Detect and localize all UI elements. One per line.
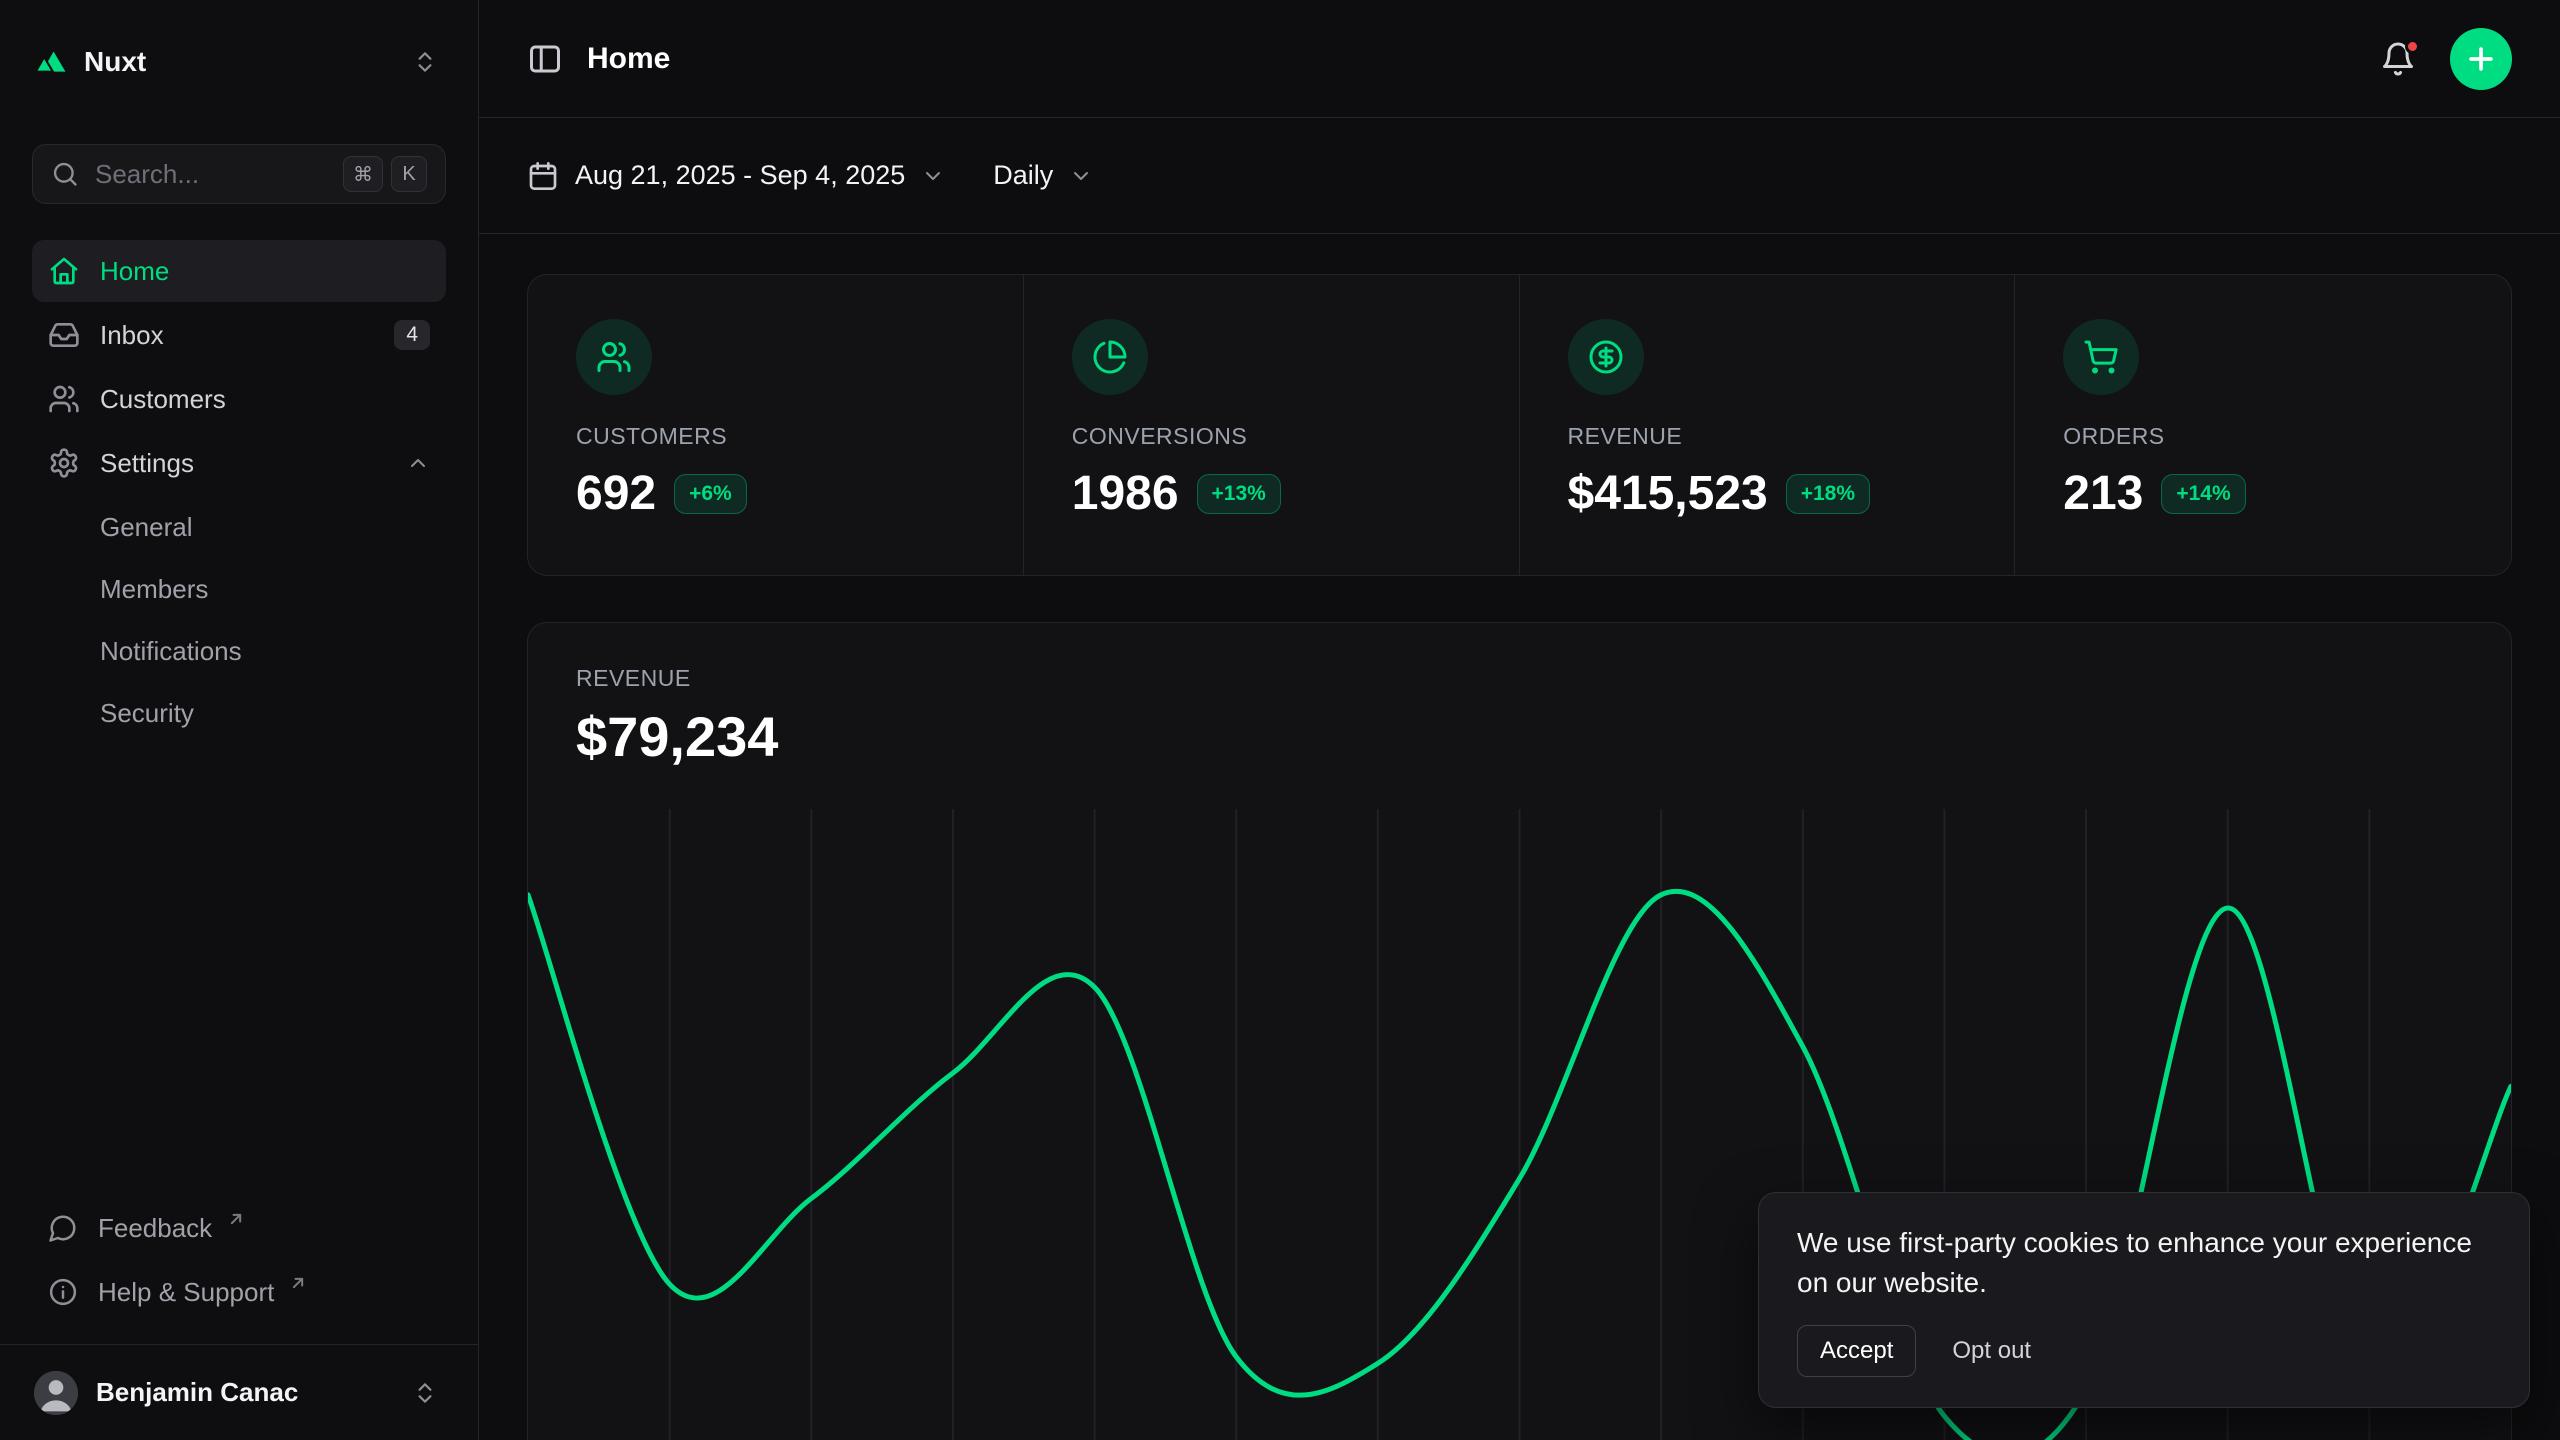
settings-subnav: General Members Notifications Security: [32, 496, 446, 744]
sidebar-item-notifications[interactable]: Notifications: [32, 620, 446, 682]
stat-value: 692: [576, 466, 656, 521]
users-icon: [576, 319, 652, 395]
stat-orders[interactable]: ORDERS 213 +14%: [2015, 275, 2511, 575]
stat-label: CONVERSIONS: [1072, 423, 1471, 450]
sidebar-item-label: Inbox: [100, 320, 164, 351]
sidebar-item-label: Feedback: [98, 1213, 212, 1244]
stat-value: 213: [2063, 466, 2143, 521]
kbd-cmd: ⌘: [343, 156, 383, 192]
sidebar-item-customers[interactable]: Customers: [32, 368, 446, 430]
stat-delta-badge: +14%: [2161, 474, 2245, 514]
sidebar-item-label: Help & Support: [98, 1277, 274, 1308]
workspace-selector[interactable]: Nuxt: [0, 28, 478, 96]
stat-value: $415,523: [1568, 466, 1768, 521]
notification-dot: [2405, 39, 2420, 54]
sidebar-item-home[interactable]: Home: [32, 240, 446, 302]
search-shortcut: ⌘ K: [343, 156, 427, 192]
dollar-circle-icon: [1568, 319, 1644, 395]
revenue-chart-value: $79,234: [576, 704, 2463, 769]
sidebar-spacer: [0, 744, 478, 1200]
search-input[interactable]: Search... ⌘ K: [32, 144, 446, 204]
cookie-message: We use first-party cookies to enhance yo…: [1797, 1223, 2491, 1303]
stat-delta-badge: +13%: [1197, 474, 1281, 514]
cookie-banner: We use first-party cookies to enhance yo…: [1758, 1192, 2530, 1408]
stats-summary-card: CUSTOMERS 692 +6% CONVERSIONS 1986 +13%: [527, 274, 2512, 576]
stat-delta-badge: +6%: [674, 474, 747, 514]
sidebar-item-label: Members: [100, 574, 208, 605]
search-icon: [51, 160, 79, 188]
avatar: [34, 1371, 78, 1415]
interval-label: Daily: [993, 160, 1053, 191]
cart-icon: [2063, 319, 2139, 395]
sidebar-toggle-icon[interactable]: [527, 41, 563, 77]
sidebar-item-inbox[interactable]: Inbox 4: [32, 304, 446, 366]
cookie-optout-button[interactable]: Opt out: [1952, 1337, 2031, 1365]
user-menu[interactable]: Benjamin Canac: [0, 1344, 478, 1440]
date-range-picker[interactable]: Aug 21, 2025 - Sep 4, 2025: [527, 160, 945, 192]
info-circle-icon: [48, 1277, 78, 1307]
chevron-down-icon: [1069, 164, 1093, 188]
top-header: Home: [479, 0, 2560, 118]
revenue-chart-label: REVENUE: [576, 665, 2463, 692]
sidebar-item-general[interactable]: General: [32, 496, 446, 558]
sidebar-item-label: Security: [100, 698, 194, 729]
interval-select[interactable]: Daily: [993, 160, 1093, 191]
user-name: Benjamin Canac: [96, 1377, 394, 1408]
sidebar-item-label: Settings: [100, 448, 194, 479]
sidebar: Nuxt Search... ⌘ K Home: [0, 0, 479, 1440]
stat-label: REVENUE: [1568, 423, 1967, 450]
pie-chart-icon: [1072, 319, 1148, 395]
sidebar-item-label: General: [100, 512, 193, 543]
sidebar-nav: Home Inbox 4 Customers Settings: [0, 240, 478, 744]
stat-delta-badge: +18%: [1786, 474, 1870, 514]
stat-revenue[interactable]: REVENUE $415,523 +18%: [1520, 275, 2016, 575]
chevron-up-icon: [406, 451, 430, 475]
chevron-down-icon: [921, 164, 945, 188]
sidebar-item-label: Customers: [100, 384, 226, 415]
sidebar-item-feedback[interactable]: Feedback: [32, 1200, 446, 1256]
sidebar-item-label: Notifications: [100, 636, 242, 667]
search-placeholder: Search...: [95, 159, 327, 190]
stat-value: 1986: [1072, 466, 1179, 521]
gear-icon: [48, 447, 80, 479]
page-title: Home: [587, 42, 670, 76]
home-icon: [48, 255, 80, 287]
stat-conversions[interactable]: CONVERSIONS 1986 +13%: [1024, 275, 1520, 575]
kbd-k: K: [391, 156, 427, 192]
users-icon: [48, 383, 80, 415]
external-link-icon: [288, 1273, 308, 1293]
filter-bar: Aug 21, 2025 - Sep 4, 2025 Daily: [479, 118, 2560, 234]
cookie-accept-button[interactable]: Accept: [1797, 1325, 1916, 1377]
sidebar-footer: Feedback Help & Support: [0, 1200, 478, 1344]
chevrons-up-down-icon: [412, 49, 438, 75]
inbox-count-badge: 4: [394, 320, 430, 350]
stat-customers[interactable]: CUSTOMERS 692 +6%: [528, 275, 1024, 575]
workspace-name: Nuxt: [84, 46, 146, 78]
nuxt-logo-icon: [34, 45, 68, 79]
add-button[interactable]: [2450, 28, 2512, 90]
chevrons-up-down-icon: [412, 1380, 438, 1406]
stat-label: CUSTOMERS: [576, 423, 975, 450]
sidebar-item-label: Home: [100, 256, 169, 287]
notifications-button[interactable]: [2380, 39, 2420, 79]
sidebar-item-members[interactable]: Members: [32, 558, 446, 620]
external-link-icon: [226, 1209, 246, 1229]
stat-label: ORDERS: [2063, 423, 2463, 450]
sidebar-item-settings[interactable]: Settings: [32, 432, 446, 494]
sidebar-item-security[interactable]: Security: [32, 682, 446, 744]
inbox-icon: [48, 319, 80, 351]
sidebar-item-help-support[interactable]: Help & Support: [32, 1264, 446, 1320]
plus-icon: [2464, 42, 2498, 76]
date-range-label: Aug 21, 2025 - Sep 4, 2025: [575, 160, 905, 191]
calendar-icon: [527, 160, 559, 192]
chat-bubble-icon: [48, 1213, 78, 1243]
